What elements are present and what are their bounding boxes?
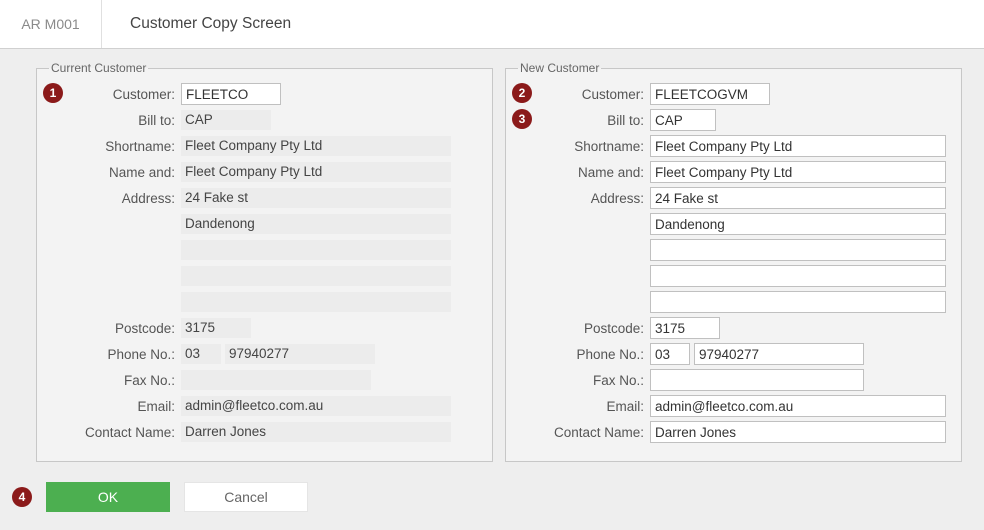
current-fax-value [181,370,371,390]
callout-2: 2 [512,83,532,103]
cancel-button[interactable]: Cancel [184,482,308,512]
new-email-input[interactable] [650,395,946,417]
screen-code: AR M001 [0,0,102,48]
label-customer: Customer: [49,87,181,102]
screen-title: Customer Copy Screen [102,15,291,33]
label-contact: Contact Name: [49,425,181,440]
fieldset-current-customer: Current Customer 1 Customer: Bill to: CA… [36,61,493,462]
new-contact-input[interactable] [650,421,946,443]
new-shortname-input[interactable] [650,135,946,157]
label-new-shortname: Shortname: [518,139,650,154]
label-phone: Phone No.: [49,347,181,362]
current-email-value: admin@fleetco.com.au [181,396,451,416]
label-nameand: Name and: [49,165,181,180]
new-address3-input[interactable] [650,239,946,261]
new-customer-input[interactable] [650,83,770,105]
titlebar: AR M001 Customer Copy Screen [0,0,984,49]
label-new-fax: Fax No.: [518,373,650,388]
new-address2-input[interactable] [650,213,946,235]
legend-new: New Customer [518,61,601,75]
current-contact-value: Darren Jones [181,422,451,442]
legend-current: Current Customer [49,61,148,75]
callout-1: 1 [43,83,63,103]
new-phone-area-input[interactable] [650,343,690,365]
label-new-nameand: Name and: [518,165,650,180]
current-customer-input[interactable] [181,83,281,105]
new-address1-input[interactable] [650,187,946,209]
label-email: Email: [49,399,181,414]
current-shortname-value: Fleet Company Pty Ltd [181,136,451,156]
current-address1-value: 24 Fake st [181,188,451,208]
label-new-postcode: Postcode: [518,321,650,336]
current-phone-area-value: 03 [181,344,221,364]
label-shortname: Shortname: [49,139,181,154]
label-new-billto: Bill to: [518,113,650,128]
label-postcode: Postcode: [49,321,181,336]
callout-3: 3 [512,109,532,129]
label-new-customer: Customer: [518,87,650,102]
current-phone-num-value: 97940277 [225,344,375,364]
label-new-email: Email: [518,399,650,414]
label-fax: Fax No.: [49,373,181,388]
current-nameand-value: Fleet Company Pty Ltd [181,162,451,182]
current-address5-value [181,292,451,312]
label-new-address: Address: [518,191,650,206]
current-address2-value: Dandenong [181,214,451,234]
current-address3-value [181,240,451,260]
current-postcode-value: 3175 [181,318,251,338]
current-address4-value [181,266,451,286]
new-address5-input[interactable] [650,291,946,313]
new-fax-input[interactable] [650,369,864,391]
current-billto-value: CAP [181,110,271,130]
label-new-contact: Contact Name: [518,425,650,440]
new-phone-num-input[interactable] [694,343,864,365]
new-address4-input[interactable] [650,265,946,287]
label-billto: Bill to: [49,113,181,128]
label-address: Address: [49,191,181,206]
new-billto-input[interactable] [650,109,716,131]
callout-4: 4 [12,487,32,507]
label-new-phone: Phone No.: [518,347,650,362]
new-postcode-input[interactable] [650,317,720,339]
ok-button[interactable]: OK [46,482,170,512]
fieldset-new-customer: New Customer 2 Customer: 3 Bill to: Shor… [505,61,962,462]
new-nameand-input[interactable] [650,161,946,183]
